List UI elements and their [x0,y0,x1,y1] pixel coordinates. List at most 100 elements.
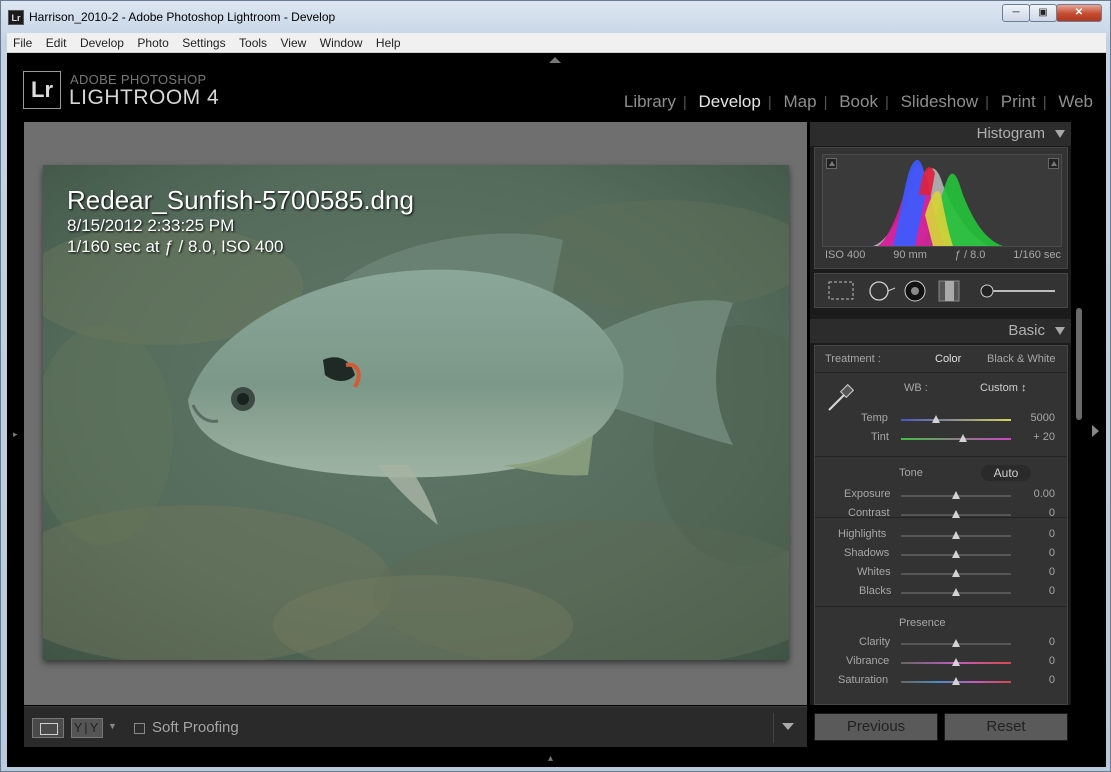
whites-slider[interactable] [901,569,1011,577]
menu-develop[interactable]: Develop [74,33,127,50]
shadows-label: Shadows [844,547,890,559]
toolbar-menu-icon[interactable] [782,723,794,730]
maximize-button[interactable]: ▣ [1029,4,1057,22]
module-print[interactable]: Print [994,92,1043,112]
clarity-value[interactable]: 0 [1015,636,1055,648]
treatment-label: Treatment : [825,353,881,365]
wb-preset-select[interactable]: Custom ↕ [980,382,1026,394]
module-web[interactable]: Web [1051,92,1100,112]
top-panel-toggle-icon[interactable] [549,57,561,63]
saturation-value[interactable]: 0 [1015,674,1055,686]
tool-strip-icons [828,280,1055,302]
close-button[interactable]: ✕ [1056,4,1102,22]
toolbar-divider [773,713,774,743]
spot-removal-icon[interactable] [869,281,896,301]
shadows-value[interactable]: 0 [1015,547,1055,559]
module-book[interactable]: Book [832,92,885,112]
treatment-color-option[interactable]: Color [935,353,961,365]
highlights-value[interactable]: 0 [1015,528,1055,540]
temp-slider-thumb[interactable] [932,415,941,423]
contrast-slider[interactable] [901,510,1011,518]
menu-edit[interactable]: Edit [40,33,70,50]
bottom-toolbar: Y|Y ▼ Soft Proofing [24,706,807,747]
menu-view[interactable]: View [275,33,310,50]
photo-preview[interactable]: Redear_Sunfish-5700585.dng 8/15/2012 2:3… [43,165,789,660]
right-panel-toggle-icon[interactable] [1092,425,1099,437]
vibrance-slider[interactable] [901,658,1011,666]
treatment-bw-option[interactable]: Black & White [987,353,1055,365]
temp-value[interactable]: 5000 [1015,412,1055,424]
tone-label: Tone [899,467,923,479]
module-develop[interactable]: Develop [691,92,767,112]
highlights-label: Highlights [838,528,887,540]
saturation-slider[interactable] [901,677,1011,685]
exposure-slider[interactable] [901,491,1011,499]
whites-slider-thumb[interactable] [952,569,960,577]
wb-label: WB : [904,382,928,394]
tool-strip [814,273,1068,308]
adjustment-brush-icon[interactable] [980,284,1055,298]
menu-photo[interactable]: Photo [131,33,171,50]
contrast-value[interactable]: 0 [1015,507,1055,519]
tint-value[interactable]: + 20 [1015,431,1055,443]
menu-tools[interactable]: Tools [233,33,270,50]
previous-button[interactable]: Previous [814,713,938,741]
highlights-slider[interactable] [901,531,1011,539]
module-map[interactable]: Map [776,92,823,112]
module-picker: Library | Develop | Map | Book | Slideshow | … [617,92,1100,112]
presence-section: Presence Clarity 0 Vibrance 0 Saturation… [815,608,1067,704]
photo-filename: Redear_Sunfish-5700585.dng [67,185,414,215]
blacks-value[interactable]: 0 [1015,585,1055,597]
graduated-filter-icon[interactable] [938,280,960,302]
menu-help[interactable]: Help [370,33,404,50]
before-after-dropdown-icon[interactable]: ▼ [108,721,117,731]
vibrance-slider-thumb[interactable] [952,658,960,666]
blacks-slider-thumb[interactable] [952,588,960,596]
lightroom-workspace: Lr ADOBE PHOTOSHOP LIGHTROOM 4 Library | … [7,53,1106,767]
before-after-button[interactable]: Y|Y [71,718,103,738]
histogram-graph[interactable] [822,154,1062,247]
crop-overlay-icon[interactable] [828,281,854,300]
wb-eyedropper-icon[interactable] [823,380,857,414]
saturation-slider-thumb[interactable] [952,677,960,685]
clarity-slider-thumb[interactable] [952,639,960,647]
collapse-icon [1055,327,1065,335]
menu-window[interactable]: Window [314,33,366,50]
right-panel-scrollbar[interactable] [1076,308,1082,420]
histogram-header[interactable]: Histogram [810,122,1071,146]
soft-proofing-checkbox[interactable] [134,723,145,734]
histogram-focal-length: 90 mm [893,249,927,261]
highlights-slider-thumb[interactable] [952,531,960,539]
clarity-label: Clarity [859,636,891,648]
tint-slider[interactable] [901,434,1011,442]
basic-header[interactable]: Basic [810,319,1071,343]
auto-tone-button[interactable]: Auto [981,465,1031,481]
minimize-icon: ─ [1012,7,1020,18]
whites-value[interactable]: 0 [1015,566,1055,578]
blacks-slider[interactable] [901,588,1011,596]
module-slideshow[interactable]: Slideshow [894,92,986,112]
menu-settings[interactable]: Settings [176,33,228,50]
vibrance-value[interactable]: 0 [1015,655,1055,667]
module-library[interactable]: Library [617,92,683,112]
exposure-value[interactable]: 0.00 [1015,488,1055,500]
temp-slider[interactable] [901,415,1011,423]
red-eye-icon[interactable] [904,280,926,302]
tint-slider-thumb[interactable] [958,434,967,442]
shadows-slider-thumb[interactable] [952,550,960,558]
minimize-button[interactable]: ─ [1002,4,1030,22]
saturation-label: Saturation [838,674,889,686]
shadows-slider[interactable] [901,550,1011,558]
contrast-slider-thumb[interactable] [952,510,960,518]
exposure-slider-thumb[interactable] [952,491,960,499]
menu-file[interactable]: File [7,33,35,50]
histogram-aperture: ƒ / 8.0 [954,249,986,261]
right-panel: Histogram ISO 400 90 mm ƒ / 8.0 1/160 se… [810,122,1071,705]
loupe-view-button[interactable] [32,718,64,738]
filmstrip-toggle-icon[interactable]: ▴ [548,753,553,764]
reset-button[interactable]: Reset [944,713,1068,741]
clarity-slider[interactable] [901,639,1011,647]
left-panel-toggle-icon[interactable]: ▸ [13,429,18,440]
module-separator: | [1042,94,1047,111]
blacks-label: Blacks [859,585,892,597]
